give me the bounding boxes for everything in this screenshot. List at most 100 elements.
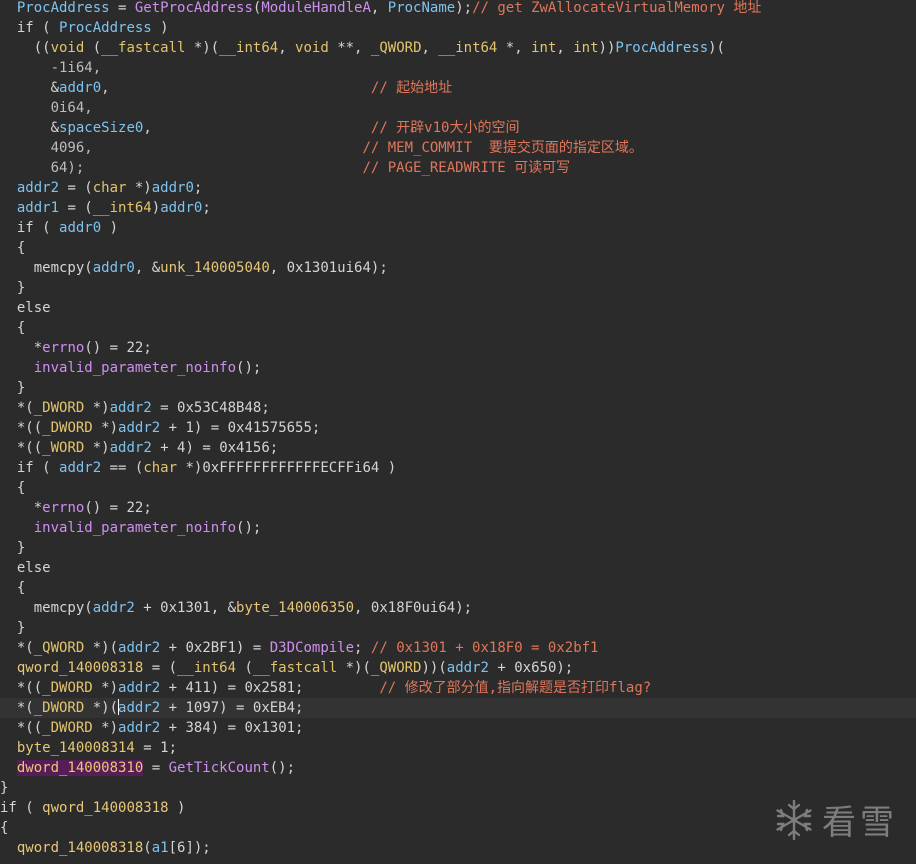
- code-token: ((: [0, 40, 51, 56]
- code-token: // 修改了部分值,指向解题是否打印flag?: [379, 680, 652, 696]
- code-line[interactable]: *((_DWORD *)addr2 + 411) = 0x2581; // 修改…: [0, 678, 916, 698]
- code-line[interactable]: memcpy(addr2 + 0x1301, &byte_140006350, …: [0, 598, 916, 618]
- code-token: __fastcall: [252, 660, 338, 676]
- code-token: errno: [42, 340, 85, 356]
- code-token: *: [0, 500, 43, 516]
- code-token: qword_140008318: [16, 840, 144, 856]
- code-line[interactable]: invalid_parameter_noinfo();: [0, 358, 916, 378]
- code-token: *): [126, 180, 152, 196]
- code-token: GetTickCount: [168, 760, 270, 776]
- code-token: = 0x53C48B48;: [151, 400, 270, 416]
- code-line[interactable]: 64); // PAGE_READWRITE 可读可写: [0, 158, 916, 178]
- code-token: _DWORD: [42, 680, 93, 696]
- code-token: ModuleHandleA: [261, 0, 371, 16]
- code-token: // MEM_COMMIT 要提交页面的指定区域。: [362, 140, 643, 156]
- code-token: a1: [151, 840, 169, 856]
- code-line[interactable]: *((_DWORD *)addr2 + 1) = 0x41575655;: [0, 418, 916, 438]
- code-token: (: [143, 840, 152, 856]
- code-token: addr0: [92, 260, 135, 276]
- code-token: ProcAddress: [16, 0, 110, 16]
- code-token: // 0x1301 + 0x18F0 = 0x2bf1: [370, 640, 599, 656]
- code-token: *): [92, 680, 119, 696]
- code-line[interactable]: addr1 = (__int64)addr0;: [0, 198, 916, 218]
- code-token: &: [0, 80, 60, 96]
- code-line[interactable]: *(_QWORD *)(addr2 + 0x2BF1) = D3DCompile…: [0, 638, 916, 658]
- code-token: addr2: [92, 600, 135, 616]
- code-line[interactable]: }: [0, 538, 916, 558]
- code-token: errno: [42, 500, 85, 516]
- code-token: ProcAddress: [615, 40, 709, 56]
- code-token: ): [168, 800, 186, 816]
- code-line[interactable]: {: [0, 318, 916, 338]
- watermark-text: 看雪: [822, 803, 898, 843]
- code-line[interactable]: qword_140008318 = (__int64 (__fastcall *…: [0, 658, 916, 678]
- code-token: ;: [193, 180, 203, 196]
- code-token: addr2: [59, 460, 102, 476]
- code-token: ;: [354, 640, 371, 656]
- code-line[interactable]: *(_DWORD *)addr2 = 0x53C48B48;: [0, 398, 916, 418]
- code-line[interactable]: byte_140008314 = 1;: [0, 738, 916, 758]
- code-line[interactable]: -1i64,: [0, 58, 916, 78]
- code-token: // PAGE_READWRITE 可读可写: [362, 160, 571, 176]
- code-line[interactable]: }: [0, 618, 916, 638]
- code-token: __int64: [92, 200, 152, 216]
- code-token: =: [109, 0, 135, 16]
- code-token: ): [101, 220, 119, 236]
- code-line[interactable]: *((_DWORD *)addr2 + 384) = 0x1301;: [0, 718, 916, 738]
- code-line[interactable]: *(_DWORD *)(addr2 + 1097) = 0xEB4;: [0, 698, 916, 718]
- code-token: , 0x1301ui64);: [269, 260, 388, 276]
- code-line[interactable]: invalid_parameter_noinfo();: [0, 518, 916, 538]
- code-line[interactable]: ((void (__fastcall *)(__int64, void **, …: [0, 38, 916, 58]
- code-token: == (: [101, 460, 144, 476]
- code-token: *)(: [337, 660, 371, 676]
- code-line[interactable]: 0i64,: [0, 98, 916, 118]
- code-token: *: [0, 340, 43, 356]
- code-line[interactable]: *((_WORD *)addr2 + 4) = 0x4156;: [0, 438, 916, 458]
- code-token: + 0x650);: [488, 660, 574, 676]
- code-line[interactable]: addr2 = (char *)addr0;: [0, 178, 916, 198]
- code-line[interactable]: {: [0, 578, 916, 598]
- code-token: addr2: [118, 720, 161, 736]
- code-token: {: [0, 240, 26, 256]
- code-token: char: [92, 180, 127, 196]
- code-line[interactable]: {: [0, 478, 916, 498]
- code-token: memcpy(: [0, 600, 93, 616]
- code-line[interactable]: ProcAddress = GetProcAddress(ModuleHandl…: [0, 0, 916, 18]
- code-token: char: [143, 460, 178, 476]
- code-token: // 开辟v10大小的空间: [370, 120, 520, 136]
- code-line[interactable]: *errno() = 22;: [0, 498, 916, 518]
- code-line[interactable]: &spaceSize0, // 开辟v10大小的空间: [0, 118, 916, 138]
- code-line[interactable]: }: [0, 378, 916, 398]
- code-token: *)(: [185, 40, 220, 56]
- code-line[interactable]: }: [0, 278, 916, 298]
- code-line[interactable]: if ( addr2 == (char *)0xFFFFFFFFFFFFECFF…: [0, 458, 916, 478]
- code-line[interactable]: dword_140008310 = GetTickCount();: [0, 758, 916, 778]
- code-token: {: [0, 480, 26, 496]
- code-line[interactable]: else: [0, 298, 916, 318]
- code-token: {: [0, 580, 26, 596]
- code-line[interactable]: &addr0, // 起始地址: [0, 78, 916, 98]
- code-token: {: [0, 320, 26, 336]
- code-token: + 1) = 0x41575655;: [160, 420, 321, 436]
- code-token: *,: [497, 40, 532, 56]
- code-token: }: [0, 280, 26, 296]
- code-token: invalid_parameter_noinfo: [33, 360, 237, 376]
- code-token: + 1097) = 0xEB4;: [160, 700, 304, 716]
- code-editor[interactable]: ProcAddress = GetProcAddress (ModuleHandl…: [0, 0, 916, 864]
- code-token: qword_140008318: [42, 800, 169, 816]
- code-token: __int64: [219, 40, 279, 56]
- code-line[interactable]: if ( ProcAddress ): [0, 18, 916, 38]
- code-line[interactable]: else: [0, 558, 916, 578]
- code-token: spaceSize0: [59, 120, 144, 136]
- code-token: ();: [236, 360, 262, 376]
- code-line[interactable]: *errno() = 22;: [0, 338, 916, 358]
- code-line[interactable]: {: [0, 238, 916, 258]
- code-token: 64);: [0, 160, 363, 176]
- code-token: _DWORD: [33, 400, 85, 416]
- code-line[interactable]: if ( addr0 ): [0, 218, 916, 238]
- code-line[interactable]: memcpy(addr0, &unk_140005040, 0x1301ui64…: [0, 258, 916, 278]
- code-line[interactable]: 4096, // MEM_COMMIT 要提交页面的指定区域。: [0, 138, 916, 158]
- code-token: int: [531, 40, 557, 56]
